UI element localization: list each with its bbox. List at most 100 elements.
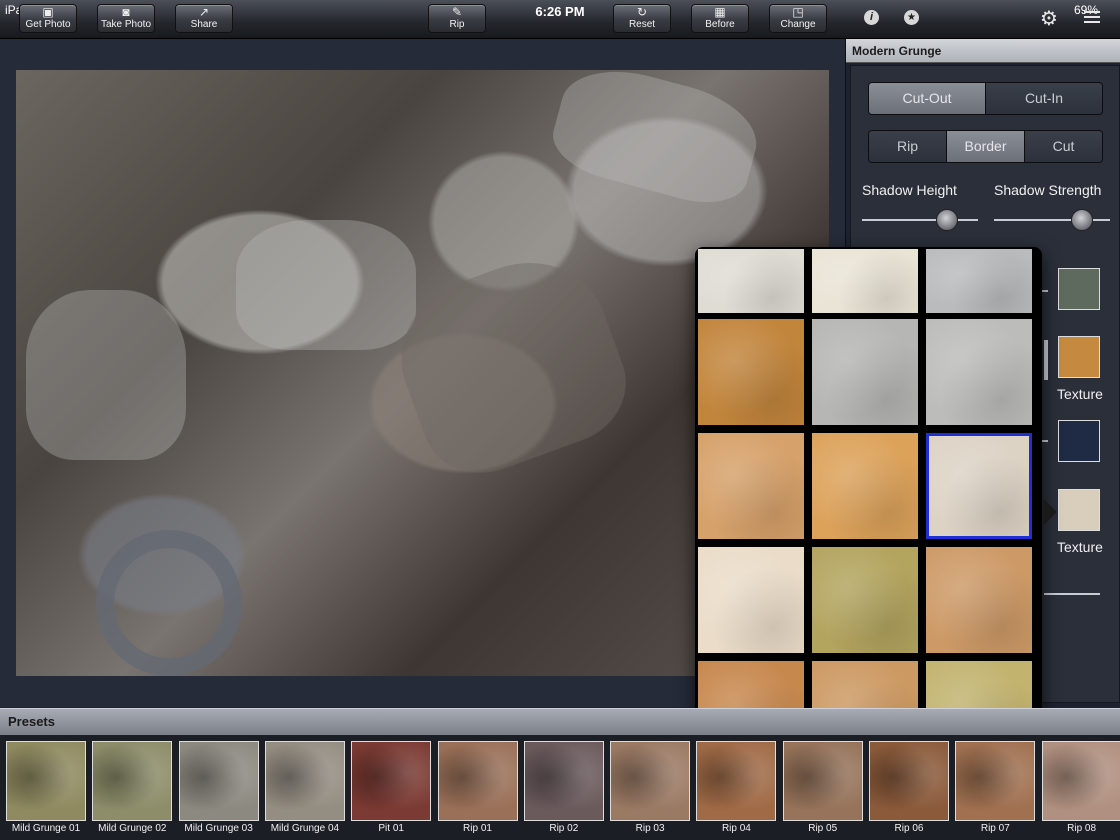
texture-tile[interactable]	[698, 249, 804, 313]
texture-tile[interactable]	[698, 433, 804, 539]
preset-label: Rip 02	[549, 823, 579, 834]
preset-label: Rip 04	[721, 823, 751, 834]
texture-tile[interactable]	[812, 547, 918, 653]
preset-label: Rip 08	[1067, 823, 1097, 834]
texture-tile[interactable]	[812, 319, 918, 425]
menu-icon[interactable]	[1084, 11, 1100, 26]
preset-thumbnail	[264, 741, 345, 821]
color-swatch[interactable]	[1058, 268, 1100, 310]
photo-icon: ▣	[42, 5, 54, 19]
texture-tile[interactable]	[698, 319, 804, 425]
photo-detail	[96, 530, 242, 676]
preset-item[interactable]: Rip 04	[696, 741, 777, 837]
rip-label: Rip	[449, 19, 465, 30]
edge-segment: Rip Border Cut	[868, 130, 1103, 163]
preset-item[interactable]: Rip 02	[523, 741, 604, 837]
preset-thumbnail	[869, 741, 949, 821]
preset-label: Rip 05	[808, 823, 838, 834]
change-icon: ◳	[792, 5, 804, 19]
shadow-strength-knob[interactable]	[1071, 209, 1093, 231]
get-photo-label: Get Photo	[25, 19, 71, 30]
cut-in-option[interactable]: Cut-In	[986, 83, 1102, 114]
mode-segment: Cut-Out Cut-In	[868, 82, 1103, 115]
texture-tile[interactable]	[926, 249, 1032, 313]
preset-item[interactable]: Mild Grunge 04	[264, 741, 345, 837]
texture-tile[interactable]	[812, 249, 918, 313]
before-icon: ▦	[714, 5, 726, 19]
photo-detail	[26, 290, 186, 460]
texture-tile[interactable]	[698, 547, 804, 653]
photo-detail	[236, 220, 416, 350]
preset-item[interactable]: Rip 03	[610, 741, 691, 837]
share-icon: ↗	[198, 5, 210, 19]
before-button[interactable]: ▦ Before	[691, 4, 749, 33]
preset-label: Mild Grunge 01	[11, 823, 81, 834]
share-button[interactable]: ↗ Share	[175, 4, 233, 33]
preset-label: Rip 07	[980, 823, 1010, 834]
texture-picker-popover	[695, 247, 1042, 771]
color-swatch[interactable]	[1058, 420, 1100, 462]
texture-swatch[interactable]	[1058, 489, 1100, 531]
reset-button[interactable]: ↻ Reset	[613, 4, 671, 33]
preset-label: Mild Grunge 04	[270, 823, 340, 834]
preset-thumbnail	[6, 741, 86, 821]
preset-item[interactable]: Rip 07	[955, 741, 1036, 837]
presets-header: Presets	[0, 708, 1120, 736]
share-label: Share	[190, 19, 218, 30]
preset-thumbnail	[955, 741, 1036, 821]
change-button[interactable]: ◳ Change	[769, 4, 827, 33]
photo-detail	[545, 55, 767, 215]
shadow-height-knob[interactable]	[935, 209, 958, 231]
preset-label: Mild Grunge 02	[98, 823, 167, 834]
texture-swatch[interactable]	[1058, 336, 1100, 378]
texture-tile[interactable]	[926, 319, 1032, 425]
preset-item[interactable]: Rip 06	[869, 741, 949, 837]
preset-item[interactable]: Mild Grunge 01	[6, 741, 86, 837]
preset-thumbnail	[782, 741, 863, 821]
info-icon[interactable]: i	[864, 10, 879, 25]
take-photo-label: Take Photo	[100, 19, 152, 30]
photo-detail	[379, 239, 643, 491]
divider	[1044, 593, 1100, 595]
preset-label: Mild Grunge 03	[184, 823, 253, 834]
rip-option[interactable]: Rip	[869, 131, 947, 162]
preset-item[interactable]: Pit 01	[351, 741, 432, 837]
shadow-strength-label: Shadow Strength	[994, 182, 1102, 198]
preset-label: Rip 01	[463, 823, 492, 834]
preset-thumbnail	[178, 741, 259, 821]
preset-label: Rip 06	[894, 823, 924, 834]
preset-thumbnail	[351, 741, 432, 821]
texture-tile[interactable]	[926, 547, 1032, 653]
preset-item[interactable]: Rip 01	[437, 741, 518, 837]
pencil-icon: ✎	[451, 5, 463, 19]
shadow-height-slider[interactable]	[862, 219, 978, 221]
preset-thumbnail	[696, 741, 777, 821]
preset-item[interactable]: Mild Grunge 02	[92, 741, 173, 837]
reset-icon: ↻	[636, 5, 648, 19]
before-label: Before	[705, 19, 735, 30]
reset-label: Reset	[628, 19, 656, 30]
cut-option[interactable]: Cut	[1025, 131, 1102, 162]
texture-label: Texture	[1057, 539, 1103, 555]
texture-label: Texture	[1057, 386, 1103, 402]
preset-thumbnail	[437, 741, 518, 821]
texture-tile[interactable]	[926, 433, 1032, 539]
preset-item[interactable]: Rip 05	[782, 741, 863, 837]
presets-title: Presets	[8, 714, 55, 729]
rip-button[interactable]: ✎ Rip	[428, 4, 486, 33]
cut-out-option[interactable]: Cut-Out	[869, 83, 986, 114]
border-option[interactable]: Border	[947, 131, 1025, 162]
preset-thumbnail	[92, 741, 173, 821]
divider	[1044, 340, 1048, 380]
preset-label: Pit 01	[378, 823, 404, 834]
preset-label: Rip 03	[635, 823, 665, 834]
texture-tile[interactable]	[812, 433, 918, 539]
take-photo-button[interactable]: ◙ Take Photo	[97, 4, 155, 33]
preset-item[interactable]: Rip 08	[1041, 741, 1120, 837]
get-photo-button[interactable]: ▣ Get Photo	[19, 4, 77, 33]
preset-item[interactable]: Mild Grunge 03	[178, 741, 259, 837]
preset-thumbnail	[1041, 741, 1120, 821]
favorite-icon[interactable]: ★	[904, 10, 919, 25]
gear-icon[interactable]: ⚙	[1040, 6, 1058, 31]
popover-arrow	[1043, 498, 1057, 526]
